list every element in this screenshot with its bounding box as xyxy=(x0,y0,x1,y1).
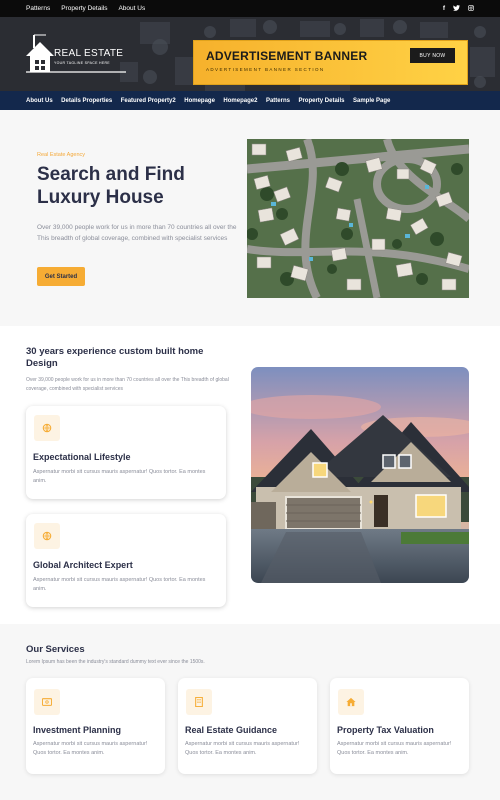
hero-text: Over 39,000 people work for us in more t… xyxy=(37,224,237,242)
instagram-icon[interactable] xyxy=(468,4,474,13)
house-image xyxy=(251,367,469,583)
feature-desc: Aspernatur morbi sit cursus mauris asper… xyxy=(33,469,206,484)
home-icon xyxy=(338,689,364,715)
main-nav: About Us Details Properties Featured Pro… xyxy=(0,91,500,110)
hero-title: Search and Find Luxury House xyxy=(37,164,185,208)
twitter-icon[interactable] xyxy=(453,4,460,13)
top-bar: Patterns Property Details About Us f xyxy=(0,0,500,17)
services-section: Our Services Lorem Ipsum has been the in… xyxy=(0,624,500,800)
social-links: f xyxy=(443,5,474,13)
buy-now-button[interactable]: BUY NOW xyxy=(410,48,455,63)
nav-item-sample-page[interactable]: Sample Page xyxy=(353,98,390,104)
service-card-guidance[interactable]: Real Estate Guidance Aspernatur morbi si… xyxy=(178,678,317,774)
globe-icon xyxy=(34,523,60,549)
globe-icon xyxy=(34,415,60,441)
feature-title: Global Architect Expert xyxy=(33,560,133,570)
feature-card-architect: Global Architect Expert Aspernatur morbi… xyxy=(26,514,226,607)
site-header: REAL ESTATE YOUR TAGLINE SPACE HERE ADVE… xyxy=(0,17,500,91)
experience-title: 30 years experience custom built home De… xyxy=(26,346,204,369)
get-started-button[interactable]: Get Started xyxy=(37,267,85,286)
service-title: Property Tax Valuation xyxy=(337,725,434,735)
logo-tagline: YOUR TAGLINE SPACE HERE xyxy=(54,61,110,65)
building-icon xyxy=(186,689,212,715)
nav-item-property-details[interactable]: Property Details xyxy=(298,98,344,104)
ad-title: ADVERTISEMENT BANNER xyxy=(206,49,368,63)
hero-section: Real Estate Agency Search and Find Luxur… xyxy=(0,110,500,326)
experience-section: 30 years experience custom built home De… xyxy=(0,326,500,624)
logo-title: REAL ESTATE xyxy=(54,48,124,59)
ad-subtitle: ADVERTISEMENT BANNER SECTION xyxy=(206,67,325,72)
hero-tag: Real Estate Agency xyxy=(37,152,86,158)
feature-title: Expectational Lifestyle xyxy=(33,452,131,462)
top-link-about-us[interactable]: About Us xyxy=(118,5,145,12)
services-title: Our Services xyxy=(26,644,85,655)
top-links: Patterns Property Details About Us xyxy=(26,5,145,12)
feature-desc: Aspernatur morbi sit cursus mauris asper… xyxy=(33,577,206,592)
service-desc: Aspernatur morbi sit cursus mauris asper… xyxy=(337,741,452,756)
nav-item-about-us[interactable]: About Us xyxy=(26,98,53,104)
aerial-neighborhood-image xyxy=(247,139,469,298)
service-card-tax[interactable]: Property Tax Valuation Aspernatur morbi … xyxy=(330,678,469,774)
service-title: Investment Planning xyxy=(33,725,122,735)
nav-item-homepage2[interactable]: Homepage2 xyxy=(223,98,257,104)
service-desc: Aspernatur morbi sit cursus mauris asper… xyxy=(33,741,148,756)
nav-item-patterns[interactable]: Patterns xyxy=(266,98,290,104)
top-link-property-details[interactable]: Property Details xyxy=(61,5,107,12)
nav-item-homepage[interactable]: Homepage xyxy=(184,98,215,104)
facebook-icon[interactable]: f xyxy=(443,5,445,13)
service-desc: Aspernatur morbi sit cursus mauris asper… xyxy=(185,741,300,756)
service-title: Real Estate Guidance xyxy=(185,725,278,735)
service-card-investment[interactable]: Investment Planning Aspernatur morbi sit… xyxy=(26,678,165,774)
advertisement-banner[interactable]: ADVERTISEMENT BANNER ADVERTISEMENT BANNE… xyxy=(193,40,468,85)
services-subtitle: Lorem Ipsum has been the industry's stan… xyxy=(26,659,205,665)
nav-item-details-properties[interactable]: Details Properties xyxy=(61,98,112,104)
top-link-patterns[interactable]: Patterns xyxy=(26,5,50,12)
feature-card-lifestyle: Expectational Lifestyle Aspernatur morbi… xyxy=(26,406,226,499)
logo-text: REAL ESTATE YOUR TAGLINE SPACE HERE xyxy=(54,48,123,65)
money-icon xyxy=(34,689,60,715)
nav-item-featured-property2[interactable]: Featured Property2 xyxy=(121,98,176,104)
experience-text: Over 39,000 people work for us in more t… xyxy=(26,377,229,392)
